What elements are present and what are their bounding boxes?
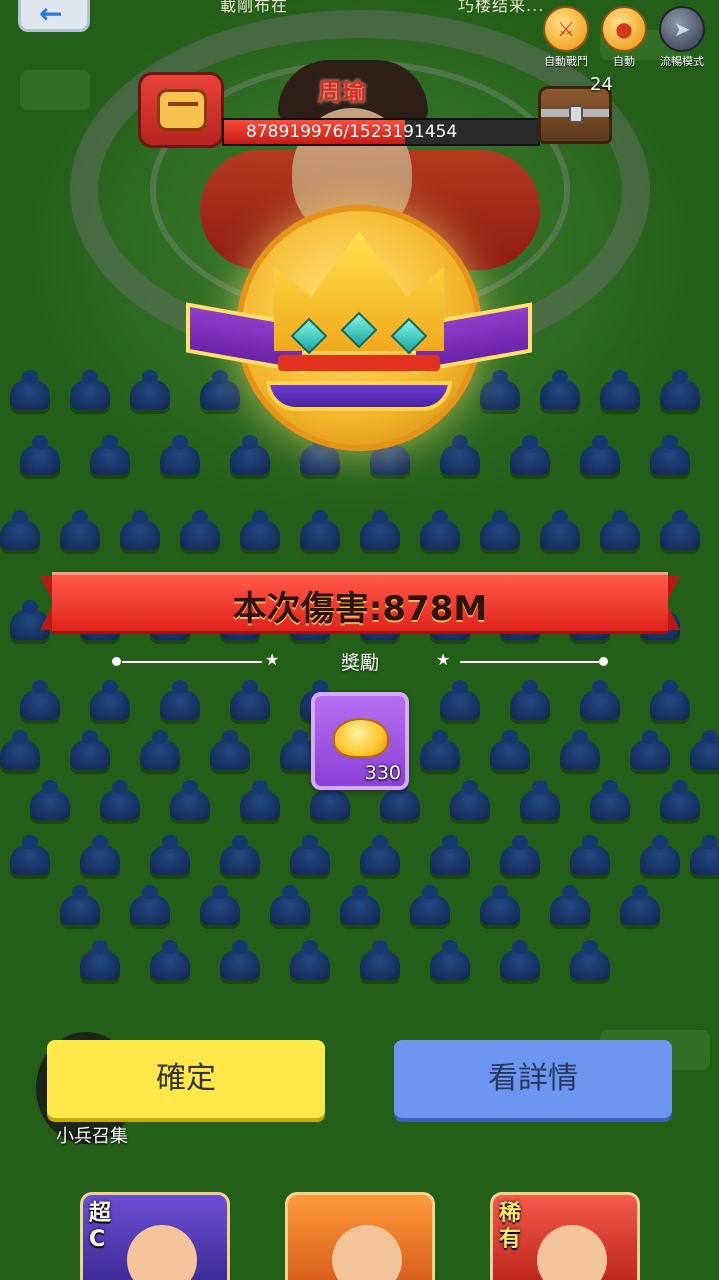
- hero-portrait: [127, 1225, 197, 1280]
- rocket-icon: ➤: [673, 17, 691, 41]
- auto-button[interactable]: ● 自動: [596, 6, 652, 69]
- chest-count: 24: [590, 74, 613, 95]
- rewards-label: 獎勵: [340, 652, 379, 674]
- star-icon: ★: [436, 650, 451, 669]
- drumstick-icon: ●: [615, 17, 633, 41]
- hero-portrait: [332, 1225, 402, 1280]
- back-button[interactable]: ←: [18, 0, 90, 32]
- victory-crown-icon: [186, 205, 532, 455]
- auto-label: 自動: [613, 55, 635, 68]
- star-icon: ★: [265, 650, 280, 669]
- view-details-button[interactable]: 看詳情: [394, 1040, 672, 1118]
- damage-text: 本次傷害:878M: [232, 589, 488, 629]
- top-caption: 載剛布在 巧楼结来...: [220, 0, 545, 15]
- gold-ingot-icon: [333, 718, 389, 758]
- damage-banner: 本次傷害:878M: [52, 572, 668, 634]
- recruit-label: 小兵召集: [56, 1126, 128, 1147]
- boss-hp-text: 878919976/1523191454: [246, 122, 458, 142]
- boss-emblem-icon: [138, 72, 224, 148]
- auto-battle-button[interactable]: ⚔ 自動戰鬥: [538, 6, 594, 69]
- reward-quantity: 330: [364, 762, 401, 784]
- confirm-button[interactable]: 確定: [47, 1040, 325, 1118]
- reward-item-gold-ingot[interactable]: 330: [311, 692, 409, 790]
- hero-card-3[interactable]: 稀有: [490, 1192, 640, 1280]
- auto-battle-label: 自動戰鬥: [544, 55, 588, 68]
- card-tag: 稀有: [499, 1201, 522, 1252]
- hero-card-2[interactable]: [285, 1192, 435, 1280]
- hero-portrait: [537, 1225, 607, 1280]
- divider-right: [460, 661, 600, 663]
- smooth-mode-label: 流暢模式: [660, 55, 704, 68]
- hero-card-1[interactable]: 超C: [80, 1192, 230, 1280]
- smooth-mode-button[interactable]: ➤ 流暢模式: [654, 6, 710, 69]
- card-tag: 超C: [89, 1201, 112, 1252]
- back-arrow-icon: ←: [39, 0, 63, 30]
- divider-left: [122, 661, 262, 663]
- boss-hp-bar: 878919976/1523191454: [222, 118, 540, 146]
- sword-icon: ⚔: [557, 17, 575, 41]
- boss-name: 周瑜: [318, 78, 366, 106]
